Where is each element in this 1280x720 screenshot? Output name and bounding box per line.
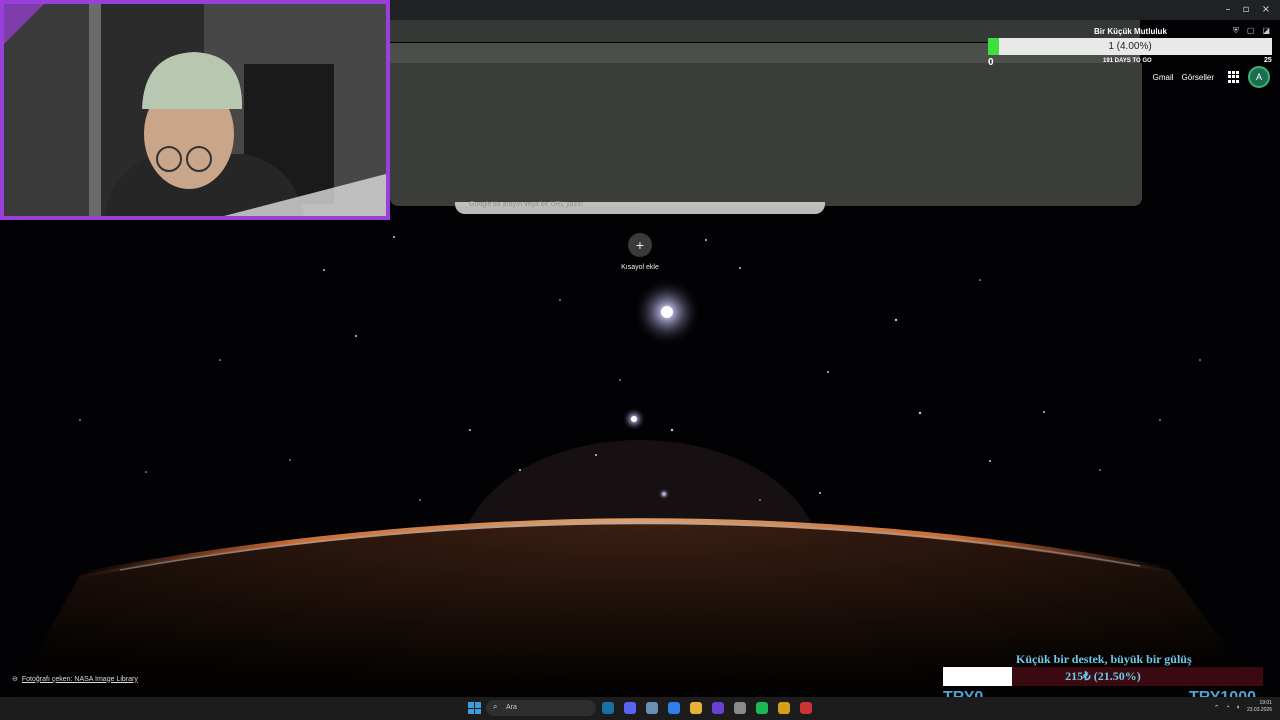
wifi-icon[interactable]: ◔ [1226,704,1230,712]
app-icon-10[interactable] [800,702,812,714]
app-icon-6[interactable] [712,702,724,714]
windows-start-icon[interactable] [468,702,481,714]
goal-progress-text: 1 (4.00%) [1108,41,1152,52]
webcam-image [4,4,386,216]
discord-icon[interactable] [624,702,636,714]
taskbar-search[interactable]: ⌕ Ara [486,700,596,716]
goal-min: 0 [988,57,994,68]
clock-date: 23.03.2026 [1246,707,1272,713]
images-link[interactable]: Görseller [1182,73,1214,82]
add-shortcut-button[interactable]: + [628,233,652,257]
steam-icon[interactable] [602,702,614,714]
google-top-links: Gmail Görseller A [1153,66,1270,88]
taskbar-search-label: Ara [506,704,517,711]
goal-days-left: 191 DAYS TO GO [1103,58,1152,64]
apps-grid-icon[interactable] [1228,71,1240,83]
app-icon-9[interactable] [778,702,790,714]
taskbar-clock[interactable]: 19:01 23.03.2026 [1247,700,1272,714]
app-icon-4[interactable] [668,702,680,714]
link-icon: ⊖ [12,676,18,683]
donation-title: Küçük bir destek, büyük bir gülüş [1016,652,1192,666]
goal-max: 25 [1264,57,1272,64]
goal-title: Bir Küçük Mutluluk [1094,27,1167,36]
puzzle-icon[interactable]: ▢ [1247,26,1255,36]
search-icon: ⌕ [493,702,498,711]
volume-icon[interactable]: ◖ [1236,704,1240,712]
plus-icon: + [635,237,645,253]
close-button[interactable]: × [1256,2,1276,18]
chevron-up-icon[interactable]: ⌃ [1214,704,1220,712]
spotify-icon[interactable] [756,702,768,714]
webcam-overlay [0,0,390,220]
omnibox-dropdown[interactable] [390,63,1142,206]
windows-taskbar: ⌕ Ara ⌃ ◔ ◖ 19:01 23.03.2026 [0,697,1280,720]
photo-credit[interactable]: ⊖ Fotoğrafı çeken: NASA Image Library [12,675,138,684]
minimize-button[interactable]: – [1218,2,1238,18]
app-icon-3[interactable] [646,702,658,714]
extension-icon[interactable]: ◪ [1262,26,1270,36]
system-tray: ⌃ ◔ ◖ [1214,704,1240,712]
add-shortcut-label[interactable]: Kısayol ekle [610,264,670,271]
photo-credit-label: Fotoğrafı çeken: NASA Image Library [21,675,138,683]
donation-progress-bar: 215₺ (21.50%) [943,667,1263,686]
chrome-icon[interactable] [690,702,702,714]
search-input[interactable]: Google'da arayın veya bir URL yazın [455,201,825,214]
goal-progress-bar: 1 (4.00%) [988,38,1272,55]
search-placeholder: Google'da arayın veya bir URL yazın [469,201,583,208]
extension-icons: ⛨ ▢ ◪ [1233,26,1270,36]
avatar[interactable]: A [1248,66,1270,88]
clock-time: 19:01 [1259,700,1272,706]
app-icon-7[interactable] [734,702,746,714]
gmail-link[interactable]: Gmail [1153,73,1174,82]
donation-progress-text: 215₺ (21.50%) [1065,669,1141,683]
shield-icon[interactable]: ⛨ [1233,26,1239,36]
maximize-button[interactable]: ▫ [1236,2,1256,18]
